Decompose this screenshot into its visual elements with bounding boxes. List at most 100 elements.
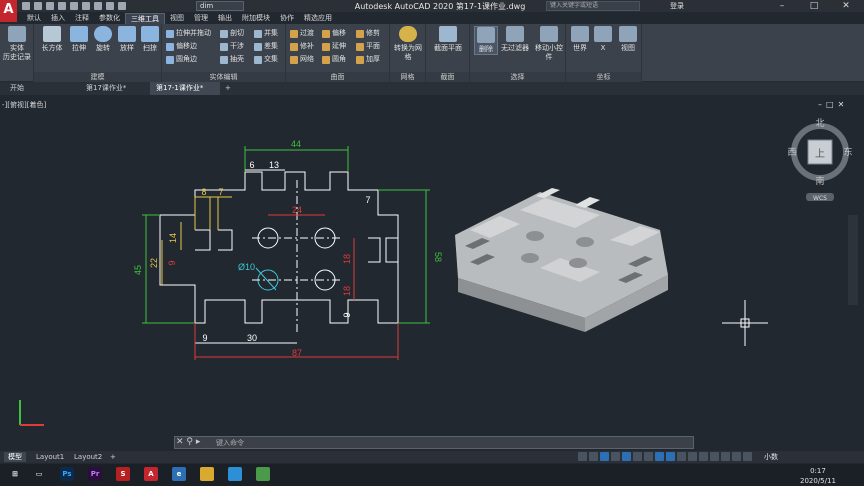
shell-button[interactable]: 抽壳 [220,54,244,65]
command-input[interactable]: 键入命令 [216,438,244,448]
hardware-accel-icon[interactable] [732,452,741,461]
tab-default[interactable]: 默认 [22,13,46,24]
transparency-icon[interactable] [655,452,664,461]
premiere-icon[interactable]: Pr [88,467,102,481]
box-button[interactable]: 长方体 [38,26,66,53]
polar-icon[interactable] [611,452,620,461]
app-green-icon[interactable] [256,467,270,481]
new-icon[interactable] [22,2,30,10]
cloud-icon[interactable] [70,2,78,10]
tab-collaborate[interactable]: 协作 [275,13,299,24]
layout-tab-layout1[interactable]: Layout1 [32,452,68,462]
file-explorer-icon[interactable] [200,467,214,481]
autocad-taskbar-icon[interactable]: A [144,467,158,481]
slice-button[interactable]: 剖切 [220,28,244,39]
clean-screen-icon[interactable] [743,452,752,461]
otrack-icon[interactable] [633,452,642,461]
command-close-icon[interactable]: ✕ ⚲ ▸ [176,437,200,447]
solid-history-button[interactable]: 实体 历史记录 [2,26,32,62]
doc-tab-lesson17[interactable]: 第17课作业* [80,82,148,95]
convert-to-mesh-button[interactable]: 转换为网格 [392,26,424,62]
minimize-icon[interactable]: – [766,0,798,12]
extend-button[interactable]: 延伸 [322,41,346,52]
intersect-button[interactable]: 交集 [254,54,278,65]
tab-annotate[interactable]: 注释 [70,13,94,24]
tab-manage[interactable]: 管理 [189,13,213,24]
shaded-3d-model[interactable] [455,188,668,332]
grid-icon[interactable] [578,452,587,461]
app-logo[interactable]: A [0,0,17,22]
subtract-button[interactable]: 差集 [254,41,278,52]
browser-icon[interactable]: e [172,467,186,481]
planar-button[interactable]: 平面 [356,41,380,52]
plot-icon[interactable] [82,2,90,10]
redo-icon[interactable] [106,2,114,10]
extrude-button[interactable]: 拉伸 [67,26,91,53]
save-as-icon[interactable] [58,2,66,10]
fillet-edge-button[interactable]: 圆角边 [166,54,197,65]
thicken-button[interactable]: 加厚 [356,54,380,65]
ortho-icon[interactable] [600,452,609,461]
tab-featured-apps[interactable]: 精选应用 [299,13,337,24]
culling-button[interactable]: 删除 [474,26,498,55]
tab-3d-tools[interactable]: 三维工具 [125,13,165,24]
navigation-bar[interactable] [848,215,858,305]
offset-edge-button[interactable]: 偏移边 [166,41,197,52]
interfere-button[interactable]: 干涉 [220,41,244,52]
doc-tab-lesson17-1[interactable]: 第17-1课作业* [150,82,220,95]
tab-parametric[interactable]: 参数化 [94,13,125,24]
no-filter-button[interactable]: 无过滤器 [500,26,530,53]
undo-icon[interactable] [94,2,102,10]
tab-insert[interactable]: 插入 [46,13,70,24]
osnap-icon[interactable] [622,452,631,461]
ucs-view-button[interactable]: 视图 [616,26,640,53]
task-view-icon[interactable]: ▭ [32,467,46,481]
layout-tab-layout2[interactable]: Layout2 [70,452,106,462]
quick-props-icon[interactable] [710,452,719,461]
annotation-icon[interactable] [677,452,686,461]
trim-button[interactable]: 修剪 [356,28,380,39]
viewcube[interactable]: 上 北 南 东 西 WCS [787,118,852,202]
app-blue-icon[interactable] [228,467,242,481]
sweep-button[interactable]: 扫掠 [138,26,162,53]
section-plane-button[interactable]: 截面平面 [432,26,464,53]
windows-start-icon[interactable]: ⊞ [8,467,22,481]
union-button[interactable]: 并集 [254,28,278,39]
tab-output[interactable]: 输出 [213,13,237,24]
tab-addins[interactable]: 附加模块 [237,13,275,24]
open-icon[interactable] [34,2,42,10]
units-icon[interactable] [699,452,708,461]
add-layout-icon[interactable]: + [106,452,120,462]
selection-cycling-icon[interactable] [666,452,675,461]
network-button[interactable]: 网络 [290,54,314,65]
doc-tab-start[interactable]: 开始 [4,82,78,95]
layout-tab-model[interactable]: 模型 [4,452,26,462]
maximize-icon[interactable]: □ [798,0,830,12]
surface-fillet-button[interactable]: 圆角 [322,54,346,65]
save-icon[interactable] [46,2,54,10]
ucs-x-button[interactable]: X [592,26,614,53]
app-red-icon[interactable]: S [116,467,130,481]
snap-icon[interactable] [589,452,598,461]
patch-button[interactable]: 修补 [290,41,314,52]
presspull-button[interactable]: 拉伸并拖动 [166,28,211,39]
world-ucs-button[interactable]: 世界 [568,26,592,53]
login-link[interactable]: 登录 [670,1,684,11]
lineweight-icon[interactable] [644,452,653,461]
photoshop-icon[interactable]: Ps [60,467,74,481]
workspace-icon[interactable] [688,452,697,461]
move-gizmo-button[interactable]: 移动小控件 [534,26,564,62]
loft-button[interactable]: 放样 [115,26,139,53]
share-icon[interactable] [118,2,126,10]
tab-view[interactable]: 视图 [165,13,189,24]
close-icon[interactable]: ✕ [830,0,862,12]
revolve-button[interactable]: 旋转 [91,26,115,53]
units-label[interactable]: 小数 [764,452,778,462]
clock[interactable]: 0:17 2020/5/11 [800,466,836,486]
blend-button[interactable]: 过渡 [290,28,314,39]
workspace-select[interactable]: dim [196,1,244,11]
isolate-icon[interactable] [721,452,730,461]
surface-offset-button[interactable]: 偏移 [322,28,346,39]
new-tab-icon[interactable]: + [222,82,236,95]
search-input[interactable]: 键入关键字或短语 [546,1,640,11]
